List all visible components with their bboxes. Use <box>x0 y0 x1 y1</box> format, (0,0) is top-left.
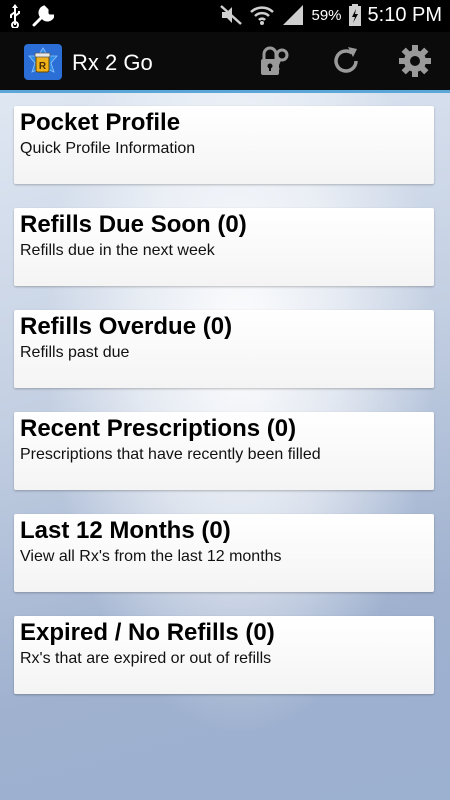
lock-key-icon[interactable] <box>256 43 292 79</box>
menu-item-expired-no-refills[interactable]: Expired / No Refills (0) Rx's that are e… <box>14 616 434 694</box>
menu-item-last-12-months[interactable]: Last 12 Months (0) View all Rx's from th… <box>14 514 434 592</box>
menu-item-title: Refills Overdue (0) <box>20 313 233 340</box>
menu-item-title: Expired / No Refills (0) <box>20 619 275 646</box>
menu-item-subtitle: Rx's that are expired or out of refills <box>20 650 272 667</box>
menu-item-title: Last 12 Months (0) <box>20 517 231 544</box>
menu-item-refills-due-soon[interactable]: Refills Due Soon (0) Refills due in the … <box>14 208 434 286</box>
menu-item-title: Recent Prescriptions (0) <box>20 415 297 442</box>
rx2go-logo-icon[interactable]: R <box>24 44 62 80</box>
refresh-icon[interactable] <box>328 43 364 79</box>
signal-icon <box>283 5 304 25</box>
menu-item-title: Pocket Profile <box>20 109 181 136</box>
status-time: 5:10 PM <box>367 3 442 26</box>
wifi-icon <box>250 6 275 25</box>
menu-item-title: Refills Due Soon (0) <box>20 211 247 238</box>
wrench-icon <box>32 5 54 27</box>
status-left-icons <box>8 4 54 28</box>
status-right-icons: 59% 5:10 PM <box>219 3 442 27</box>
menu-item-recent-prescriptions[interactable]: Recent Prescriptions (0) Prescriptions t… <box>14 412 434 490</box>
menu-item-refills-overdue[interactable]: Refills Overdue (0) Refills past due <box>14 310 434 388</box>
app-title: Rx 2 Go <box>72 50 153 75</box>
menu-item-subtitle: View all Rx's from the last 12 months <box>20 548 282 565</box>
menu-item-subtitle: Refills past due <box>20 344 130 361</box>
svg-text:R: R <box>39 61 47 72</box>
menu-item-subtitle: Refills due in the next week <box>20 242 215 259</box>
status-bar: 59% 5:10 PM <box>0 0 450 32</box>
menu-item-subtitle: Quick Profile Information <box>20 140 196 157</box>
menu-item-pocket-profile[interactable]: Pocket Profile Quick Profile Information <box>14 106 434 184</box>
action-bar <box>0 32 450 90</box>
mute-icon <box>220 5 243 25</box>
battery-charging-icon <box>348 4 361 26</box>
usb-icon <box>10 4 20 28</box>
settings-gear-icon[interactable] <box>397 43 433 79</box>
menu-item-subtitle: Prescriptions that have recently been fi… <box>20 446 321 463</box>
battery-percent: 59% <box>311 6 342 24</box>
